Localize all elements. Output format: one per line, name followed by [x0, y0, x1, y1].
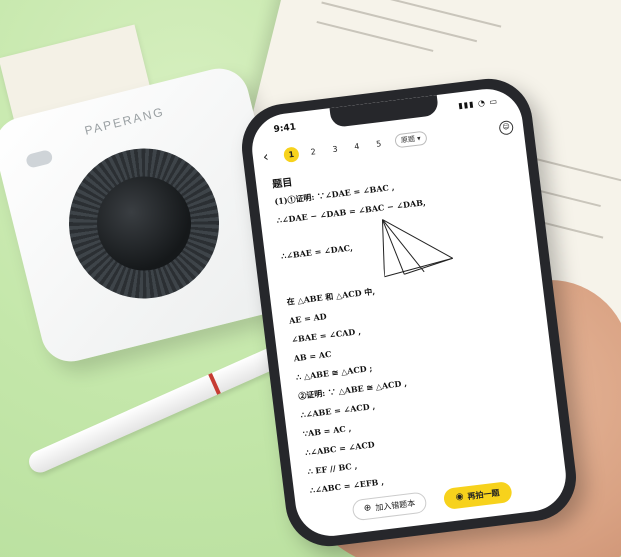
smartphone: 9:41 ▮▮▮ ◔ ▭ ‹ 1 2 3 4 5 原题 ▾ ☺ 题目 (1)①证…	[236, 73, 582, 552]
add-to-mistake-book-button[interactable]: ⊕ 加入错题本	[351, 490, 428, 521]
page-tab-1[interactable]: 1	[282, 145, 300, 163]
printer-dial	[53, 132, 235, 315]
add-icon: ⊕	[363, 503, 373, 514]
printer-power-button	[24, 148, 54, 169]
status-time: 9:41	[273, 122, 297, 136]
page-tab-5[interactable]: 5	[370, 135, 387, 152]
view-dropdown[interactable]: 原题 ▾	[394, 130, 428, 149]
page-tab-3[interactable]: 3	[327, 140, 344, 157]
back-icon[interactable]: ‹	[262, 148, 278, 166]
page-tab-4[interactable]: 4	[348, 138, 365, 155]
phone-screen: 9:41 ▮▮▮ ◔ ▭ ‹ 1 2 3 4 5 原题 ▾ ☺ 题目 (1)①证…	[248, 85, 570, 540]
status-icons: ▮▮▮ ◔ ▭	[457, 96, 499, 111]
solution-content: 题目 (1)①证明: ∵∠DAE = ∠BAC , ∴∠DAE − ∠DAB =…	[271, 146, 554, 504]
page-tab-2[interactable]: 2	[305, 143, 322, 160]
printer-dial-center	[87, 166, 201, 281]
profile-icon[interactable]: ☺	[498, 119, 515, 136]
retake-label: 再拍一题	[466, 487, 500, 501]
printer-brand: PAPERANG	[83, 104, 166, 138]
retake-button[interactable]: ◉ 再拍一题	[442, 480, 513, 510]
camera-icon: ◉	[455, 491, 465, 503]
add-to-mistake-book-label: 加入错题本	[374, 498, 416, 513]
triangle-figure	[381, 219, 453, 278]
phone-notch	[329, 95, 440, 129]
